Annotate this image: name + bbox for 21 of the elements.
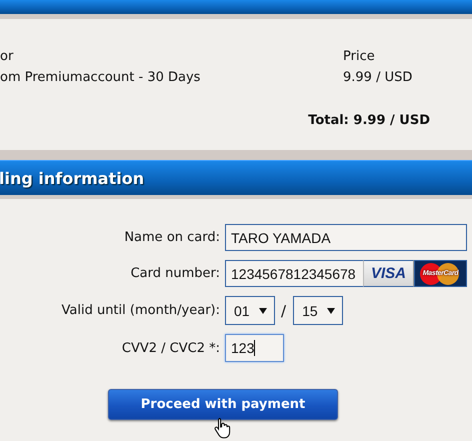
hand-cursor-icon bbox=[214, 417, 232, 439]
dropdown[interactable]: 15 bbox=[293, 296, 344, 325]
input-field[interactable]: TARO YAMADA bbox=[225, 224, 467, 251]
field-label: Valid until (month/year): bbox=[62, 303, 220, 318]
section-title: ling information bbox=[0, 168, 144, 188]
dropdown[interactable]: 01 bbox=[225, 296, 275, 325]
proceed-button[interactable]: Proceed with payment bbox=[108, 389, 338, 420]
column-heading: or bbox=[0, 50, 14, 64]
dropdown-arrow-icon bbox=[259, 308, 267, 314]
price-value: 9.99 / USD bbox=[343, 71, 412, 85]
dropdown-arrow-icon bbox=[327, 308, 336, 314]
field-label: Card number: bbox=[130, 266, 220, 281]
input-field[interactable]: 1234567812345678 bbox=[225, 260, 363, 287]
field-label: CVV2 / CVC2 *: bbox=[122, 340, 220, 356]
total-price: Total: 9.99 / USD bbox=[308, 113, 430, 128]
field-label: Name on card: bbox=[124, 230, 220, 245]
separator-text: / bbox=[281, 302, 286, 320]
product-name: om Premiumaccount - 30 Days bbox=[0, 71, 200, 85]
input-field[interactable]: 123 bbox=[225, 334, 284, 362]
visa-logo: VISA bbox=[363, 260, 414, 287]
column-heading: Price bbox=[343, 50, 375, 64]
